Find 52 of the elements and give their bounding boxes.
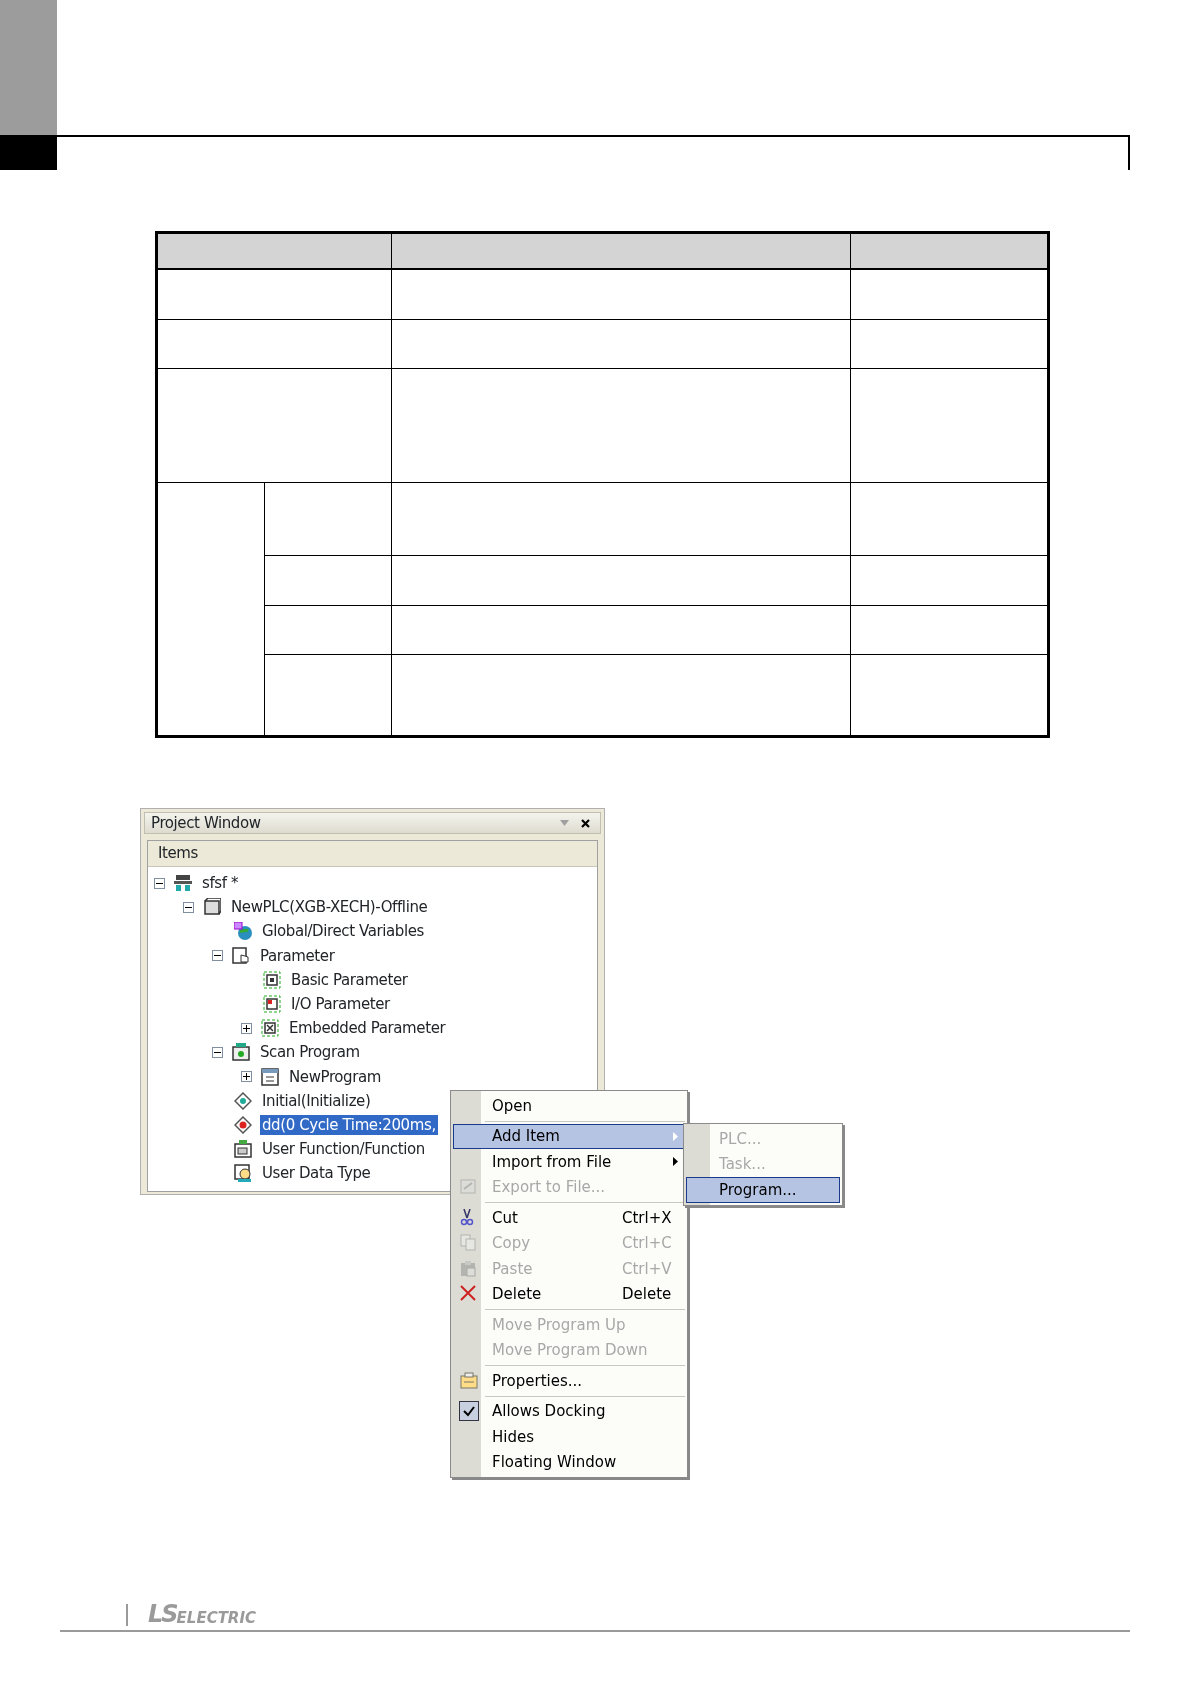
collapse-button[interactable]: [212, 1046, 223, 1058]
document-icon: [261, 1067, 279, 1086]
tree-item[interactable]: Embedded Parameter: [287, 1018, 448, 1039]
plus-icon: [243, 1024, 250, 1032]
folder-icon: [232, 1043, 250, 1062]
tree-item[interactable]: User Data Type: [260, 1163, 373, 1184]
tree-item[interactable]: I/O Parameter: [289, 994, 392, 1015]
square-icon: [263, 970, 281, 989]
close-icon[interactable]: [581, 818, 590, 828]
tree-item[interactable]: Basic Parameter: [289, 969, 410, 990]
diamond-icon: [234, 1091, 252, 1110]
menu-item[interactable]: Add Item: [453, 1123, 685, 1149]
column-header[interactable]: Items: [158, 842, 198, 865]
tree-item[interactable]: NewPLC(XGB-XECH)-Offline: [229, 897, 430, 918]
checkmark-icon: [459, 1401, 479, 1422]
menu-item[interactable]: Open: [453, 1093, 685, 1119]
diamond-icon: [234, 1115, 252, 1134]
copy-icon: [460, 1234, 478, 1253]
menu-item[interactable]: Hides: [453, 1424, 685, 1450]
document-icon: [460, 1178, 478, 1197]
window-icon: [234, 1140, 252, 1159]
collapse-button[interactable]: [212, 950, 223, 962]
company-logo: LSELECTRIC: [148, 1602, 256, 1626]
window-title: Project Window: [151, 812, 262, 834]
globe-icon: [234, 922, 252, 941]
menu-item[interactable]: Properties...: [453, 1368, 685, 1394]
tree-item[interactable]: NewProgram: [287, 1066, 383, 1087]
tree-item[interactable]: dd(0 Cycle Time:200ms,: [260, 1114, 438, 1135]
menu-item[interactable]: Program...: [686, 1177, 840, 1203]
network-icon: [174, 874, 192, 893]
menu-item[interactable]: Allows Docking: [453, 1398, 685, 1424]
plus-icon: [243, 1073, 250, 1081]
tree-item[interactable]: Scan Program: [258, 1042, 362, 1063]
square-icon: [263, 995, 281, 1014]
tree-item[interactable]: Parameter: [258, 945, 337, 966]
clipboard-icon: [460, 1371, 478, 1390]
collapse-button[interactable]: [154, 877, 165, 889]
clipboard-icon: [460, 1259, 478, 1278]
tree-item[interactable]: Initial(Initialize): [260, 1090, 373, 1111]
collapse-button[interactable]: [183, 901, 194, 913]
menu-item[interactable]: Cut Ctrl+X: [453, 1205, 685, 1231]
expand-button[interactable]: [241, 1071, 252, 1083]
menu-item[interactable]: Delete Delete: [453, 1281, 685, 1307]
menu-item[interactable]: Import from File: [453, 1149, 685, 1175]
tree-item[interactable]: User Function/Function: [260, 1139, 427, 1160]
expand-button[interactable]: [241, 1022, 252, 1034]
tree-item[interactable]: Global/Direct Variables: [260, 921, 426, 942]
tree-item[interactable]: sfsf *: [200, 873, 241, 894]
chapter-marker: [0, 135, 57, 170]
square-icon: [261, 1019, 279, 1038]
menu-item[interactable]: Floating Window: [453, 1449, 685, 1475]
cube-icon: [203, 898, 221, 917]
